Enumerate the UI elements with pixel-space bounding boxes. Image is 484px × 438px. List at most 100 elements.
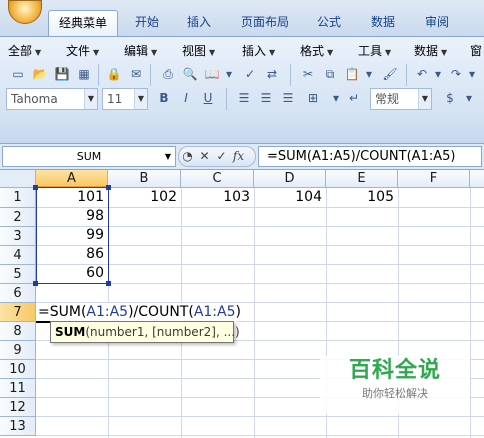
formula-buttons: ◔ ✕ ✓ fx: [178, 146, 256, 167]
print-preview-icon[interactable]: 🔍: [180, 64, 200, 84]
row-header-10[interactable]: 10: [0, 360, 36, 379]
formula-bar: SUM ▼ ◔ ✕ ✓ fx =SUM(A1:A5)/COUNT(A1:A5): [0, 144, 484, 170]
cell-b1[interactable]: 102: [108, 188, 181, 207]
tab-page-layout[interactable]: 页面布局: [230, 10, 300, 36]
column-header-c[interactable]: C: [181, 170, 254, 188]
print-icon[interactable]: ⎙: [158, 64, 178, 84]
font-name-value: Tahoma: [11, 92, 58, 106]
chevron-down-icon[interactable]: ▾: [362, 64, 376, 84]
currency-icon[interactable]: $: [440, 88, 460, 108]
toolbar-separator: [98, 64, 99, 86]
chevron-down-icon[interactable]: ▾: [222, 64, 236, 84]
research-icon[interactable]: 📖: [202, 64, 222, 84]
column-header-d[interactable]: D: [254, 170, 326, 188]
name-box[interactable]: SUM ▼: [2, 146, 176, 167]
save-icon[interactable]: 💾: [52, 64, 72, 84]
align-center-icon[interactable]: ☰: [256, 88, 276, 108]
enter-check-icon[interactable]: ✓: [213, 147, 230, 166]
open-folder-icon[interactable]: 📂: [30, 64, 50, 84]
menu-window[interactable]: 窗: [470, 42, 482, 60]
column-header-b[interactable]: B: [108, 170, 181, 188]
tooltip-function-name[interactable]: SUM: [55, 325, 85, 339]
cut-icon[interactable]: ✂: [298, 64, 318, 84]
row-header-2[interactable]: 2: [0, 208, 36, 227]
tab-home[interactable]: 开始: [124, 10, 170, 36]
number-format-combo[interactable]: 常规 ▼: [370, 88, 432, 110]
chevron-down-icon[interactable]: ▾: [462, 88, 476, 108]
row-header-9[interactable]: 9: [0, 341, 36, 360]
chevron-down-icon[interactable]: ▼: [84, 89, 97, 109]
row-header-8[interactable]: 8: [0, 322, 36, 341]
new-document-icon[interactable]: ▭: [8, 64, 28, 84]
copy-icon[interactable]: ⧉: [320, 64, 340, 84]
function-tooltip[interactable]: SUM(number1, [number2], ...): [50, 321, 240, 343]
menu-format[interactable]: 格式 ▼: [300, 42, 333, 60]
row-header-11[interactable]: 11: [0, 379, 36, 398]
column-header-g[interactable]: [470, 170, 484, 188]
menu-data[interactable]: 数据 ▼: [414, 42, 447, 60]
column-header-e[interactable]: E: [326, 170, 398, 188]
range-handle[interactable]: [106, 281, 111, 286]
align-right-icon[interactable]: ☰: [278, 88, 298, 108]
font-size-combo[interactable]: 11 ▼: [102, 88, 148, 110]
bold-icon[interactable]: B: [154, 88, 174, 108]
chevron-down-icon[interactable]: ▾: [466, 64, 478, 84]
menu-insert[interactable]: 插入 ▼: [242, 42, 275, 60]
row-header-7[interactable]: 7: [0, 303, 36, 322]
row-header-4[interactable]: 4: [0, 246, 36, 265]
align-left-icon[interactable]: ☰: [234, 88, 254, 108]
tab-insert[interactable]: 插入: [176, 10, 222, 36]
chevron-down-icon[interactable]: ▾: [432, 64, 444, 84]
tab-data[interactable]: 数据: [360, 10, 406, 36]
row-header-12[interactable]: 12: [0, 398, 36, 417]
email-icon[interactable]: ✉: [126, 64, 146, 84]
row-header-6[interactable]: 6: [0, 284, 36, 303]
tab-formulas[interactable]: 公式: [306, 10, 352, 36]
menu-edit[interactable]: 编辑 ▼: [124, 42, 157, 60]
menu-file[interactable]: 文件 ▼: [66, 42, 99, 60]
row-header-1[interactable]: 1: [0, 188, 36, 208]
font-name-combo[interactable]: Tahoma ▼: [6, 88, 98, 110]
merge-center-icon[interactable]: ⊞: [300, 88, 326, 108]
chevron-down-icon[interactable]: ▼: [418, 89, 431, 109]
permission-icon[interactable]: 🔒: [104, 64, 124, 84]
range-handle[interactable]: [33, 185, 38, 190]
tab-classic-menu[interactable]: 经典菜单: [48, 10, 118, 36]
column-header-a[interactable]: A: [36, 170, 108, 188]
cell-d1[interactable]: 104: [254, 188, 326, 207]
chevron-down-icon[interactable]: ▼: [134, 89, 147, 109]
italic-icon[interactable]: I: [176, 88, 196, 108]
format-painter-icon[interactable]: 🖌: [380, 64, 400, 84]
cell-c1[interactable]: 103: [181, 188, 254, 207]
range-handle[interactable]: [33, 281, 38, 286]
redo-icon[interactable]: ↷: [446, 64, 466, 84]
wrap-text-icon[interactable]: ↵: [344, 88, 364, 108]
formula-expand-icon[interactable]: ◔: [179, 147, 196, 166]
spelling-icon[interactable]: ✓: [240, 64, 260, 84]
row-header-5[interactable]: 5: [0, 265, 36, 284]
cancel-icon[interactable]: ✕: [196, 147, 213, 166]
select-all-corner[interactable]: [0, 170, 36, 188]
undo-icon[interactable]: ↶: [412, 64, 432, 84]
column-header-f[interactable]: F: [398, 170, 470, 188]
row-header-3[interactable]: 3: [0, 227, 36, 246]
translate-icon[interactable]: ⇄: [262, 64, 282, 84]
tab-review[interactable]: 审阅: [414, 10, 460, 36]
underline-icon[interactable]: U: [198, 88, 218, 108]
excel-icon[interactable]: ▦: [74, 64, 94, 84]
cell-a7-editor[interactable]: =SUM(A1:A5)/COUNT(A1:A5): [37, 303, 241, 322]
number-format-value: 常规: [375, 92, 400, 106]
menu-view[interactable]: 视图 ▼: [182, 42, 215, 60]
insert-function-icon[interactable]: fx: [230, 147, 247, 166]
formula-input[interactable]: =SUM(A1:A5)/COUNT(A1:A5): [258, 146, 482, 167]
menu-all[interactable]: 全部 ▼: [8, 42, 41, 60]
name-box-value: SUM: [76, 150, 102, 163]
range-handle[interactable]: [106, 185, 111, 190]
toolbar-separator: [150, 64, 151, 86]
paste-icon[interactable]: 📋: [342, 64, 362, 84]
row-header-13[interactable]: 13: [0, 417, 36, 436]
chevron-down-icon[interactable]: ▾: [330, 88, 342, 108]
menu-tools[interactable]: 工具 ▼: [358, 42, 391, 60]
chevron-down-icon[interactable]: ▼: [165, 147, 171, 166]
cell-e1[interactable]: 105: [326, 188, 398, 207]
